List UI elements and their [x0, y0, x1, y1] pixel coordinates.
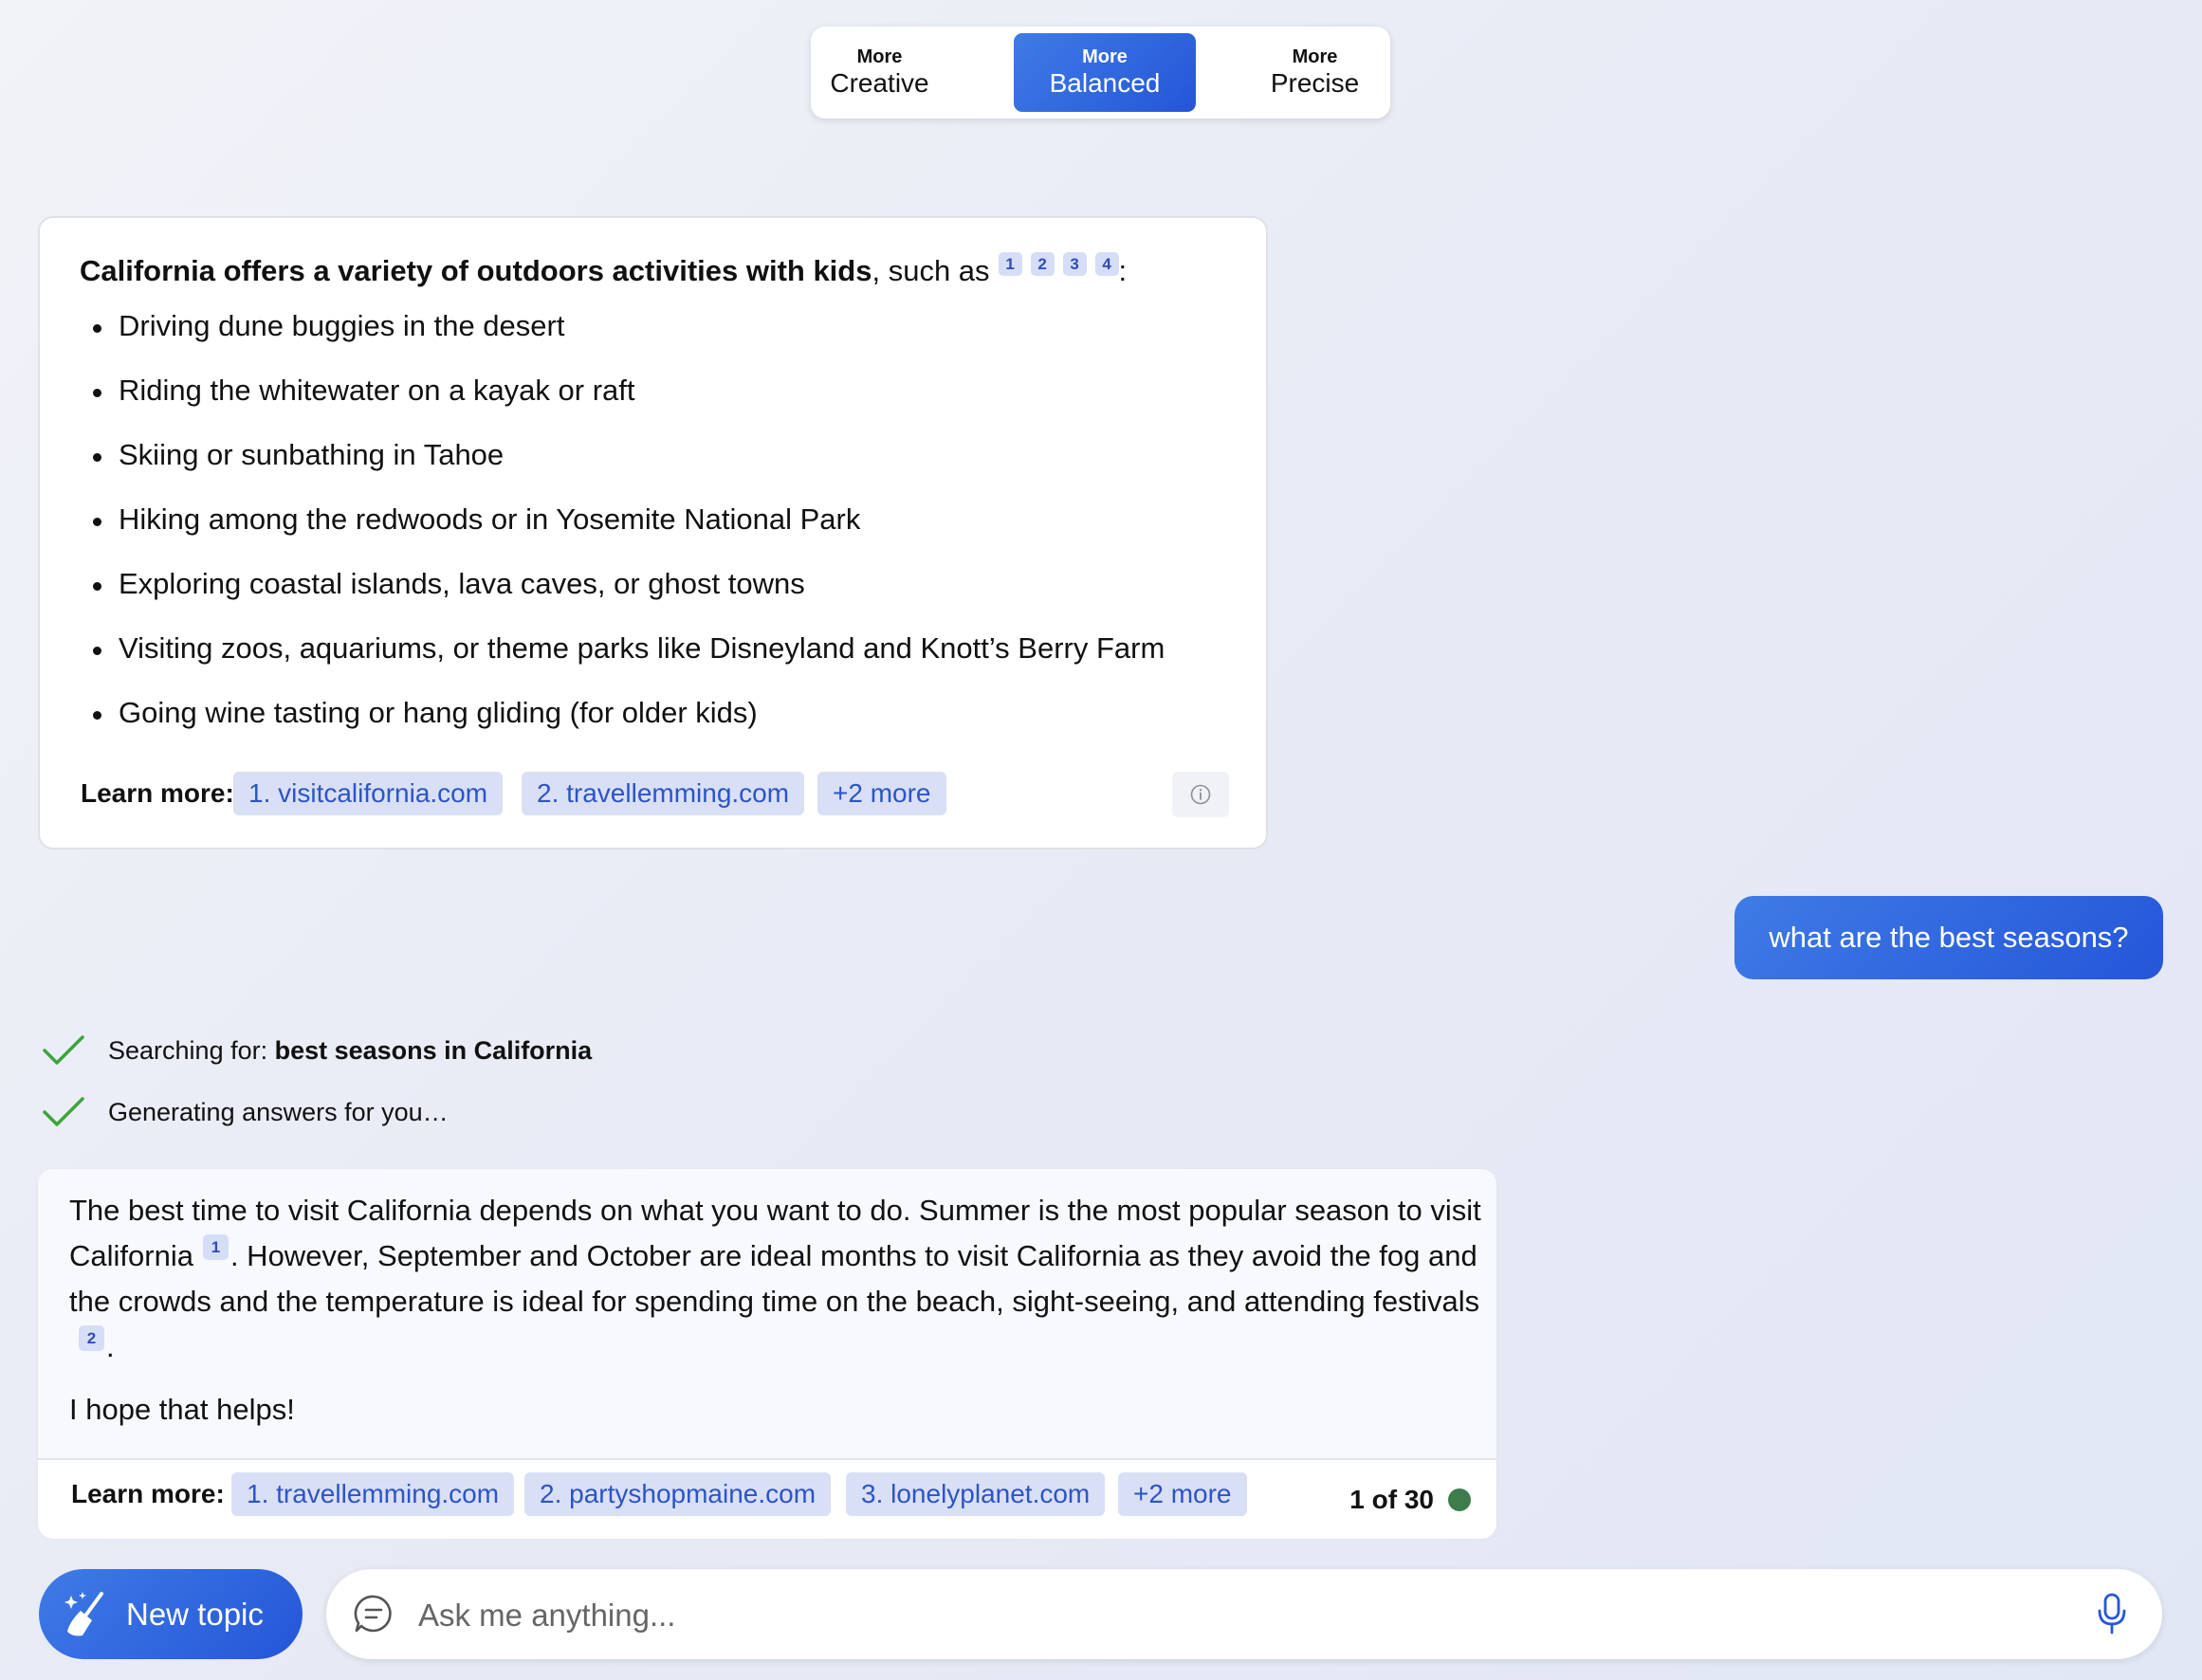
citation-4[interactable]: 4 — [1094, 252, 1119, 276]
searching-query: best seasons in California — [274, 1035, 593, 1065]
list-item: Going wine tasting or hang gliding (for … — [93, 681, 1165, 745]
answer-intro: California offers a variety of outdoors … — [80, 252, 1127, 288]
more-sources-button[interactable]: +2 more — [1118, 1472, 1247, 1516]
info-button[interactable] — [1172, 772, 1229, 817]
answer-intro-bold: California offers a variety of outdoors … — [80, 254, 872, 287]
bot-answer-card-activities: California offers a variety of outdoors … — [38, 216, 1268, 849]
citation-2[interactable]: 2 — [79, 1325, 104, 1351]
checkmark-icon — [43, 1035, 84, 1065]
source-link-lonelyplanet[interactable]: 3. lonelyplanet.com — [846, 1472, 1106, 1516]
more-sources-button[interactable]: +2 more — [817, 772, 946, 815]
answer-footer: Learn more: 1. travellemming.com 2. part… — [38, 1458, 1496, 1539]
new-topic-label: New topic — [126, 1596, 264, 1632]
answer-intro-rest: , such as — [872, 254, 990, 287]
source-link-partyshopmaine[interactable]: 2. partyshopmaine.com — [524, 1472, 832, 1516]
list-item: Exploring coastal islands, lava caves, o… — [93, 552, 1165, 616]
info-icon — [1190, 784, 1211, 805]
learn-more-label: Learn more: — [71, 1479, 225, 1508]
generating-text: Generating answers for you… — [108, 1097, 449, 1126]
tone-creative-prefix: More — [856, 46, 903, 67]
source-link-visitcalifornia[interactable]: 1. visitcalifornia.com — [233, 772, 504, 815]
ask-input[interactable] — [416, 1588, 2032, 1642]
list-item: Riding the whitewater on a kayak or raft — [93, 358, 1165, 423]
source-link-travellemming[interactable]: 1. travellemming.com — [231, 1472, 515, 1516]
chat-bubble-icon — [354, 1595, 392, 1633]
tone-creative-button[interactable]: More Creative — [818, 33, 941, 112]
microphone-icon[interactable] — [2095, 1592, 2129, 1635]
status-searching: Searching for: best seasons in Californi… — [42, 1033, 592, 1068]
tone-precise-prefix: More — [1292, 46, 1338, 67]
answer-intro-end: : — [1118, 254, 1128, 287]
tone-creative-label: Creative — [830, 67, 929, 98]
answer-closing: I hope that helps! — [69, 1393, 295, 1426]
broom-sparkle-icon — [64, 1591, 103, 1635]
tone-balanced-button[interactable]: More Balanced — [1014, 33, 1196, 112]
response-count: 1 of 30 — [1349, 1485, 1434, 1514]
answer-paragraph: The best time to visit California depend… — [69, 1188, 1482, 1370]
source-link-travellemming[interactable]: 2. travellemming.com — [522, 772, 805, 815]
citation-2[interactable]: 2 — [1030, 252, 1055, 276]
list-item: Visiting zoos, aquariums, or theme parks… — [93, 616, 1165, 681]
new-topic-button[interactable]: New topic — [39, 1569, 303, 1659]
answer-text-part2: . However, September and October are ide… — [69, 1239, 1480, 1318]
chat-input-box — [326, 1569, 2162, 1659]
checkmark-icon — [43, 1097, 84, 1126]
citation-1[interactable]: 1 — [998, 252, 1022, 276]
learn-more-label: Learn more: — [81, 778, 234, 808]
list-item: Driving dune buggies in the desert — [93, 294, 1165, 358]
status-generating: Generating answers for you… — [42, 1095, 449, 1129]
list-item: Skiing or sunbathing in Tahoe — [93, 423, 1165, 487]
bot-answer-card-seasons: The best time to visit California depend… — [38, 1169, 1496, 1539]
answer-text-part3: . — [106, 1330, 115, 1363]
tone-precise-button[interactable]: More Precise — [1253, 33, 1377, 112]
citation-3[interactable]: 3 — [1062, 252, 1087, 276]
citation-1[interactable]: 1 — [202, 1234, 229, 1260]
list-item: Hiking among the redwoods or in Yosemite… — [93, 487, 1165, 552]
tone-balanced-prefix: More — [1082, 46, 1128, 67]
status-dot — [1448, 1488, 1471, 1511]
searching-prefix: Searching for: — [108, 1035, 275, 1065]
conversation-style-selector: More Creative More Balanced More Precise — [811, 27, 1390, 119]
user-message-bubble: what are the best seasons? — [1734, 896, 2163, 979]
tone-balanced-label: Balanced — [1049, 67, 1161, 98]
activity-list: Driving dune buggies in the desert Ridin… — [93, 294, 1165, 745]
tone-precise-label: Precise — [1270, 67, 1360, 98]
